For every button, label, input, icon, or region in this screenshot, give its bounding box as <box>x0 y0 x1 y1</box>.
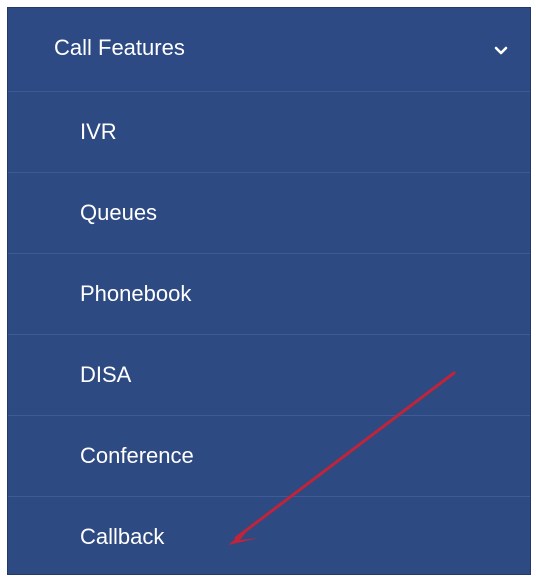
menu-item-label: DISA <box>80 362 132 387</box>
menu-item-label: Queues <box>80 200 158 225</box>
menu-item-label: Phonebook <box>80 281 192 306</box>
menu-item-label: Conference <box>80 443 194 468</box>
chevron-down-icon <box>494 46 508 55</box>
menu-item-label: IVR <box>80 119 117 144</box>
menu-item-phonebook[interactable]: Phonebook <box>8 254 530 335</box>
menu-item-ivr[interactable]: IVR <box>8 92 530 173</box>
menu-item-callback[interactable]: Callback <box>8 497 530 578</box>
menu-item-disa[interactable]: DISA <box>8 335 530 416</box>
call-features-label: Call Features <box>54 35 185 60</box>
menu-item-queues[interactable]: Queues <box>8 173 530 254</box>
call-features-header[interactable]: Call Features <box>8 8 530 92</box>
menu-item-conference[interactable]: Conference <box>8 416 530 497</box>
menu-item-label: Callback <box>80 524 165 549</box>
call-features-menu: Call Features IVR Queues Phonebook DISA … <box>7 7 531 575</box>
